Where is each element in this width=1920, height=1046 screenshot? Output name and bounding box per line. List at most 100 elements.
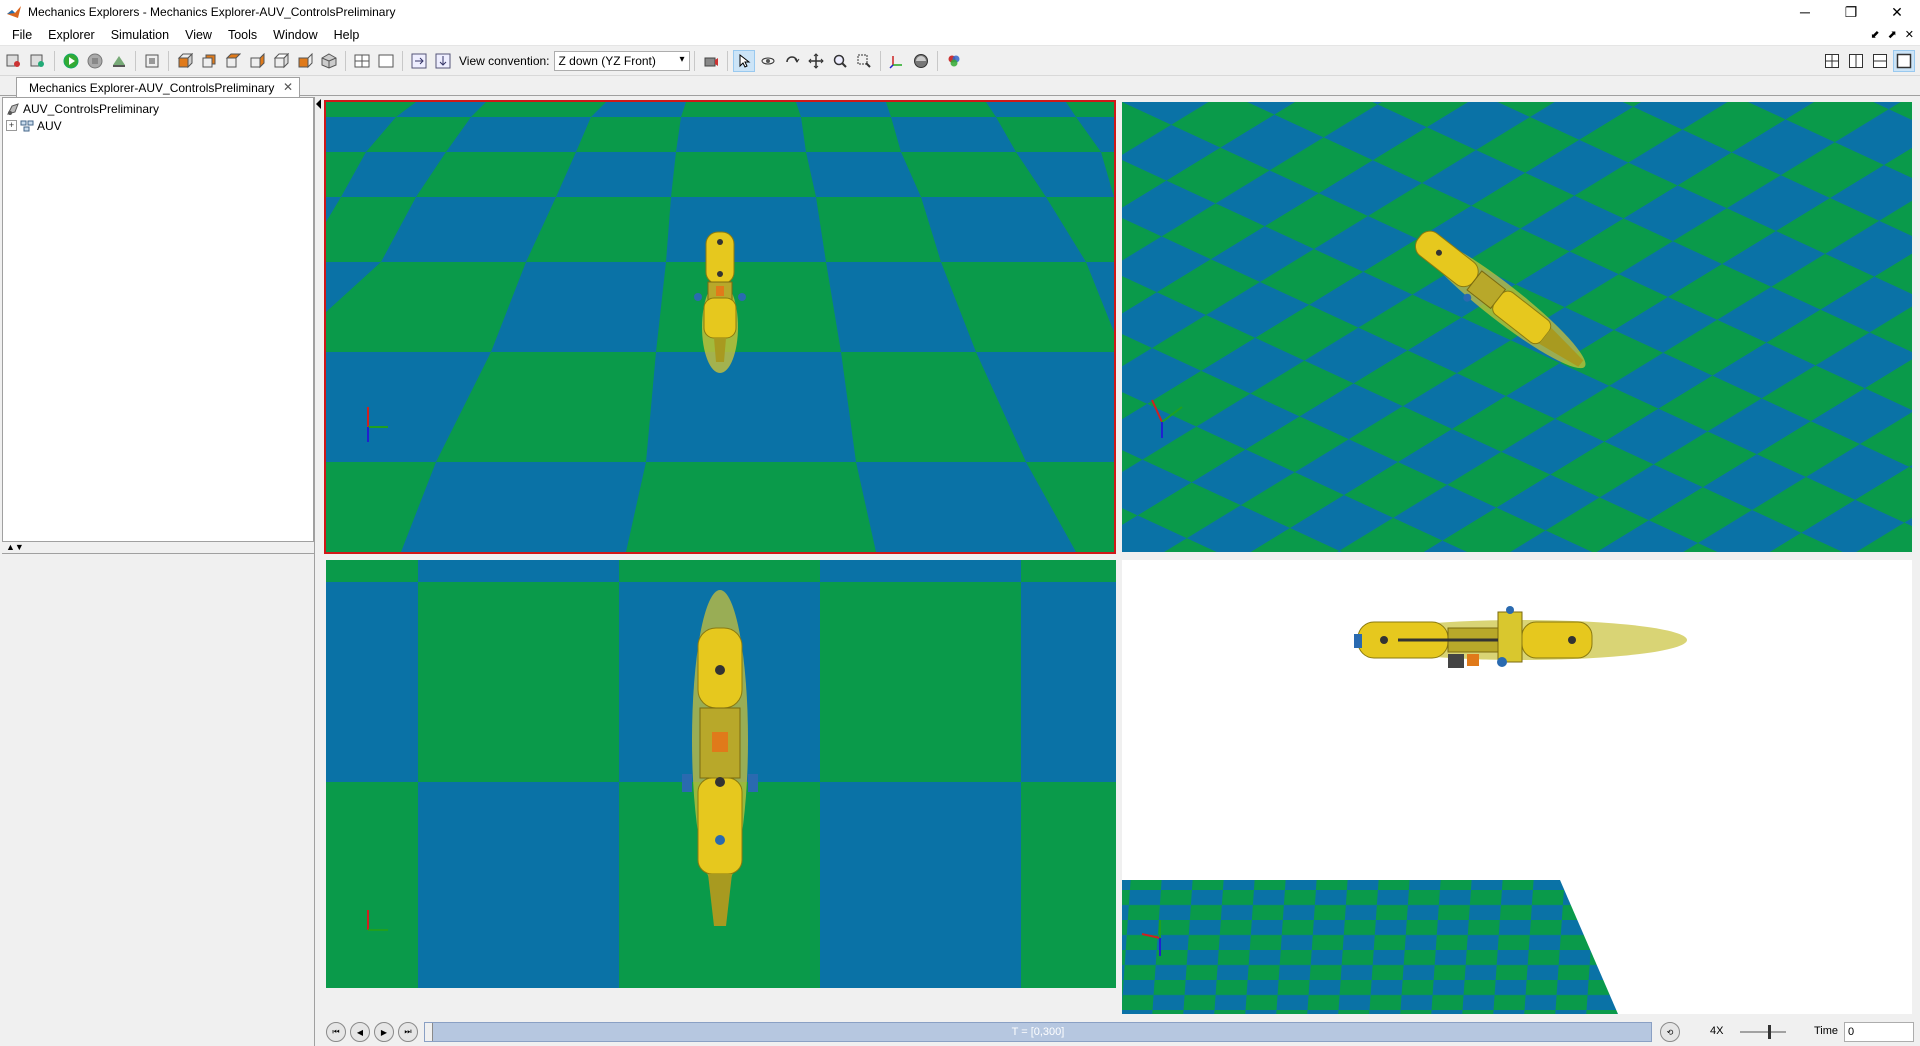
view-isometric-button[interactable] [318,50,340,72]
collapse-button[interactable] [432,50,454,72]
minimize-button[interactable]: ─ [1782,0,1828,24]
vertical-splitter[interactable] [314,97,322,1046]
play-icon [63,53,79,68]
refresh-model-button[interactable] [27,50,49,72]
close-button[interactable]: ✕ [1874,0,1920,24]
split-none-button[interactable] [375,50,397,72]
roll-tool-button[interactable] [781,50,803,72]
loop-button[interactable]: ⟲ [1660,1022,1680,1042]
skip-back-icon: ⏮ [332,1027,340,1036]
step-icon [113,55,125,67]
document-tab-strip: Mechanics Explorer-AUV_ControlsPrelimina… [0,76,1920,97]
tree-item-auv[interactable]: + AUV [3,117,313,134]
layout-four-button[interactable] [1821,50,1843,72]
view-front-button[interactable] [174,50,196,72]
fit-to-view-button[interactable] [141,50,163,72]
view-right-button[interactable] [246,50,268,72]
jump-to-start-button[interactable]: ⏮ [326,1022,346,1042]
layout-single-button[interactable] [1893,50,1915,72]
expand-plus-icon[interactable]: + [6,120,17,131]
viewport-front-canvas [326,102,1114,552]
camera-button[interactable] [700,50,722,72]
viewport-isometric[interactable] [1122,102,1912,552]
tree-item-label: AUV [37,118,62,133]
split-four-icon [354,54,370,67]
model-tree-panel: AUV_ControlsPreliminary + AUV [2,97,314,542]
play-button[interactable]: ▶ [374,1022,394,1042]
sphere-icon [913,53,928,68]
open-model-button[interactable] [3,50,25,72]
layout-vertical-icon [1849,54,1863,68]
time-input[interactable]: 0 [1844,1022,1914,1042]
layout-horizontal-button[interactable] [1869,50,1891,72]
viewport-top[interactable] [326,560,1116,988]
title-bar: Mechanics Explorers - Mechanics Explorer… [0,0,1920,24]
step-forward-button[interactable]: ⏭ [398,1022,418,1042]
view-top-button[interactable] [270,50,292,72]
tab-mechanics-explorer[interactable]: Mechanics Explorer-AUV_ControlsPrelimina… [16,77,300,97]
refresh-model-icon [30,54,44,67]
viewport-front[interactable] [324,100,1116,554]
pan-tool-button[interactable] [805,50,827,72]
menu-explorer[interactable]: Explorer [40,24,103,46]
layout-horizontal-icon [1873,54,1887,68]
layout-vertical-button[interactable] [1845,50,1867,72]
layout-four-icon [1825,54,1839,68]
cube-right-icon [250,52,265,68]
menu-file[interactable]: File [4,24,40,46]
collapse-left-icon[interactable] [315,97,322,111]
toolbar: View convention: Z down (YZ Front) ▾ [0,46,1920,76]
menu-window[interactable]: Window [265,24,325,46]
speed-slider[interactable] [1738,1022,1788,1042]
frames-toggle-button[interactable] [886,50,908,72]
view-back-button[interactable] [198,50,220,72]
timeline-label: T = [0,300] [1011,1026,1065,1038]
cube-bottom-icon [298,52,313,68]
run-button[interactable] [60,50,82,72]
close-tab-icon[interactable]: ✕ [283,80,293,94]
toolbar-separator [402,50,403,71]
viewport-isometric-canvas [1122,102,1912,552]
viewport-top-canvas [326,560,1116,988]
viewport-side[interactable] [1122,560,1912,1014]
close-document-icon[interactable]: ✕ [1905,28,1914,41]
restore-button[interactable]: ❐ [1828,0,1874,24]
zoom-box-icon [857,54,871,68]
stop-icon [87,53,103,68]
menu-bar: File Explorer Simulation View Tools Wind… [0,24,1920,46]
model-icon [7,102,19,115]
cube-top-icon [273,52,289,68]
toolbar-separator [345,50,346,71]
cursor-icon [739,53,750,68]
view-convention-select[interactable]: Z down (YZ Front) ▾ [553,50,690,71]
split-four-button[interactable] [351,50,373,72]
timeline-slider[interactable]: T = [0,300] [424,1022,1652,1042]
zoom-tool-button[interactable] [829,50,851,72]
zoom-box-tool-button[interactable] [853,50,875,72]
loop-icon: ⟲ [1666,1027,1674,1037]
sphere-view-button[interactable] [910,50,932,72]
expand-button[interactable] [408,50,430,72]
camera-icon [704,57,718,66]
color-settings-button[interactable] [943,50,965,72]
cube-isometric-icon [321,52,337,69]
menu-help[interactable]: Help [326,24,368,46]
panel-splitter[interactable]: ▲▼ [2,542,314,554]
tree-item-root[interactable]: AUV_ControlsPreliminary [3,100,313,117]
menu-tools[interactable]: Tools [220,24,265,46]
stop-button[interactable] [84,50,106,72]
dock-icon[interactable]: ⬈ [1888,28,1897,41]
menu-view[interactable]: View [177,24,220,46]
step-button[interactable] [108,50,130,72]
rotate-tool-button[interactable] [757,50,779,72]
undock-icon[interactable]: ⬋ [1870,28,1879,41]
menu-simulation[interactable]: Simulation [103,24,177,46]
rotate-icon [761,57,775,64]
window-title: Mechanics Explorers - Mechanics Explorer… [28,5,396,19]
view-bottom-button[interactable] [294,50,316,72]
select-tool-button[interactable] [732,49,755,72]
play-icon: ▶ [380,1027,388,1037]
view-left-button[interactable] [222,50,244,72]
step-back-button[interactable]: ◀ [350,1022,370,1042]
speed-slider-thumb[interactable] [1768,1025,1771,1039]
